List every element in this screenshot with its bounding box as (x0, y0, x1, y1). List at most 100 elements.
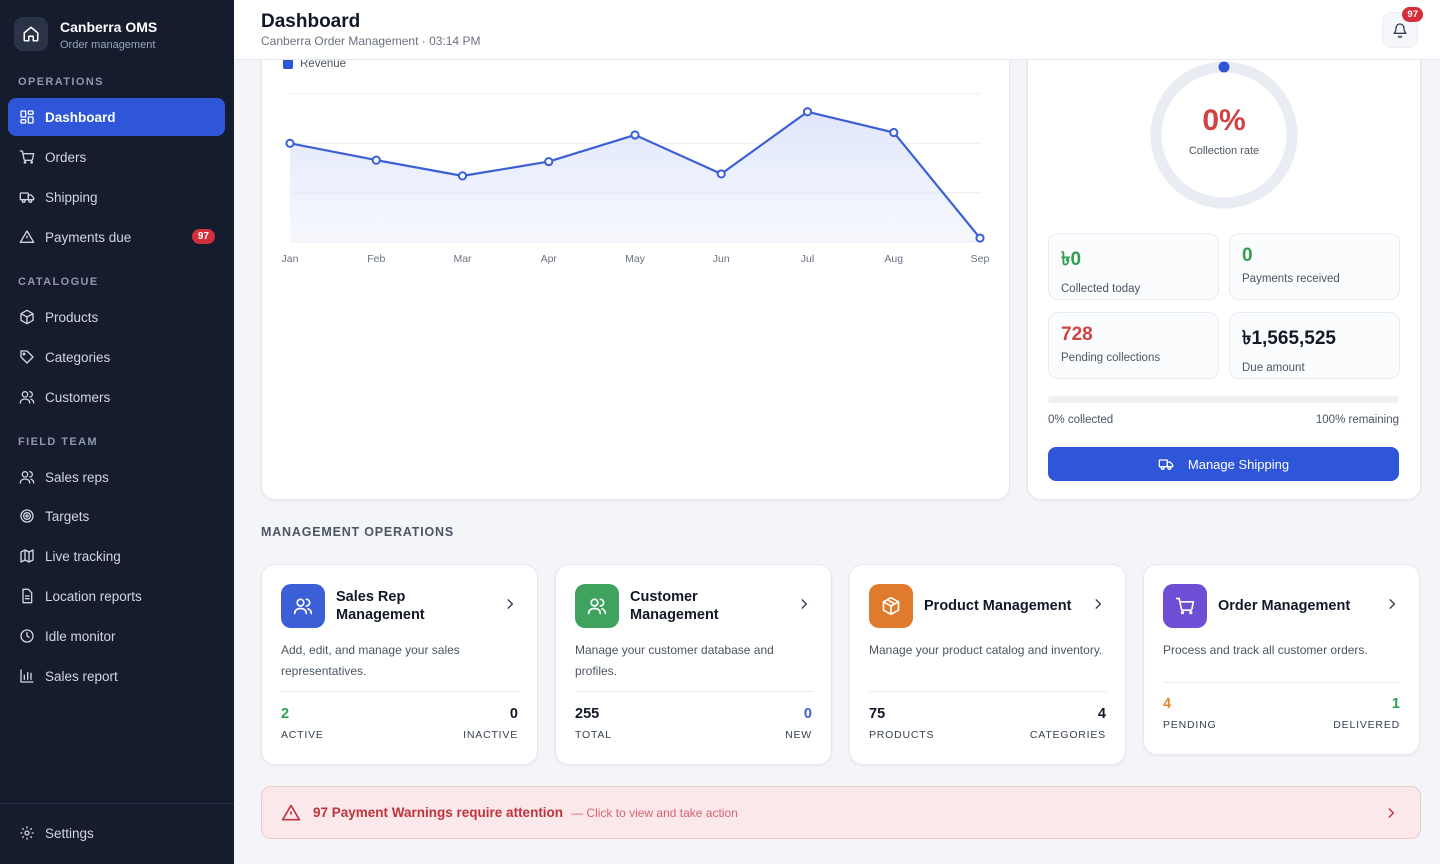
data-point-mar (457, 171, 468, 181)
brand-subtitle: Order management (60, 38, 156, 51)
stat-pending-collections: 728 Pending collections (1048, 312, 1219, 379)
sidebar-item-categories[interactable]: Categories (8, 338, 225, 376)
card-right-value: 0 (803, 706, 812, 722)
page-title: Dashboard (261, 11, 361, 32)
map-icon (18, 547, 36, 565)
data-point-jul (802, 107, 813, 117)
clock-icon (18, 627, 36, 645)
card-left-label: PENDING (1163, 719, 1217, 731)
remaining-text: 100% remaining (1315, 414, 1399, 426)
product-management-card[interactable]: Product Management Manage your product c… (849, 564, 1126, 765)
card-title-line: Management (630, 607, 719, 623)
stat-value: 728 (1061, 324, 1093, 345)
bell-icon (1392, 22, 1408, 38)
stat-due-amount: ৳1,565,525 Due amount (1229, 312, 1400, 379)
data-point-aug (889, 127, 899, 138)
stat-label: Payments received (1242, 273, 1340, 285)
brand[interactable]: Canberra OMS Order management (14, 17, 157, 51)
sidebar-item-products[interactable]: Products (8, 298, 225, 336)
sidebar-item-customers[interactable]: Customers (8, 378, 225, 416)
grid-icon (18, 108, 36, 126)
card-description: Manage your product catalog and inventor… (869, 643, 1103, 657)
sidebar-item-idle-monitor[interactable]: Idle monitor (8, 617, 225, 655)
card-title: Customer Management (630, 588, 719, 624)
chevron-right-icon (1384, 806, 1398, 820)
sidebar-item-label: Customers (45, 389, 111, 405)
card-right-value: 4 (1097, 706, 1106, 722)
legend-swatch-revenue (283, 59, 293, 69)
card-right-label: INACTIVE (463, 729, 518, 741)
sidebar-item-label: Shipping (45, 189, 98, 205)
card-description: Manage your customer database and profil… (575, 643, 774, 678)
sidebar-item-sales-reps[interactable]: Sales reps (8, 458, 225, 496)
sidebar-item-label: Targets (45, 508, 90, 524)
sales-rep-management-card[interactable]: Sales Rep Management Add, edit, and manag… (261, 564, 538, 765)
card-title-line: Sales Rep (336, 589, 406, 605)
sidebar-item-orders[interactable]: Orders (8, 138, 225, 176)
card-title: Product Management (924, 598, 1072, 614)
card-right-value: 1 (1391, 696, 1400, 712)
card-left-value: 75 (869, 706, 886, 722)
management-operations-title: MANAGEMENT OPERATIONS (261, 525, 454, 539)
sidebar-item-sales-report[interactable]: Sales report (8, 657, 225, 695)
section-label-operations: OPERATIONS (18, 76, 104, 88)
page-subtitle: Canberra Order Management · 03:14 PM (261, 34, 481, 48)
stat-label: Due amount (1242, 362, 1305, 374)
sidebar-item-payments-due[interactable]: Payments due 97 (8, 218, 225, 256)
stat-label: Collected today (1061, 283, 1141, 295)
order-management-card[interactable]: Order Management Process and track all c… (1143, 564, 1420, 755)
card-right-label: DELIVERED (1333, 719, 1400, 731)
alert-subtitle: — Click to view and take action (571, 805, 738, 820)
card-right-label: CATEGORIES (1029, 729, 1106, 741)
sidebar-item-targets[interactable]: Targets (8, 497, 225, 535)
x-tick-label: Apr (541, 253, 558, 265)
truck-icon (18, 188, 36, 206)
card-left-label: PRODUCTS (869, 729, 935, 741)
customer-management-card[interactable]: Customer Management Manage your customer … (555, 564, 832, 765)
x-tick-label: Jun (713, 253, 730, 265)
users-icon (18, 468, 36, 486)
x-tick-label: Jul (801, 253, 814, 265)
target-icon (18, 507, 36, 525)
collection-progress-bar (1048, 396, 1399, 403)
card-left-value: 4 (1163, 696, 1172, 712)
sidebar-item-label: Orders (45, 149, 87, 165)
payments-due-badge: 97 (191, 229, 215, 244)
manage-shipping-button[interactable]: Manage Shipping (1048, 447, 1399, 481)
sidebar-item-label: Live tracking (45, 548, 121, 564)
card-description: Process and track all customer orders. (1163, 643, 1368, 657)
sidebar-item-location-reports[interactable]: Location reports (8, 577, 225, 615)
chevron-right-icon (1091, 597, 1105, 616)
card-divider (575, 691, 813, 692)
x-tick-label: Sep (971, 253, 990, 265)
payment-warnings-alert[interactable]: 97 Payment Warnings require attention — … (261, 786, 1421, 839)
chevron-right-icon (797, 597, 811, 616)
notification-badge: 97 (1402, 7, 1423, 22)
alert-title: 97 Payment Warnings require attention (313, 805, 564, 820)
card-left-label: TOTAL (575, 729, 612, 741)
users-icon (575, 584, 619, 628)
tag-icon (18, 348, 36, 366)
section-label-catalogue: CATALOGUE (18, 276, 99, 288)
stat-value: 0 (1242, 245, 1253, 266)
notifications-button[interactable]: 97 (1382, 7, 1423, 48)
box-icon (869, 584, 913, 628)
sidebar-item-label: Categories (45, 349, 111, 365)
card-title-line: Customer (630, 589, 698, 605)
sidebar-item-label: Sales report (45, 668, 118, 684)
data-point-feb (371, 155, 381, 165)
box-icon (18, 308, 36, 326)
card-title: Order Management (1218, 598, 1351, 614)
card-title: Sales Rep Management (336, 588, 425, 624)
sidebar-item-settings[interactable]: Settings (8, 814, 225, 852)
sidebar-item-shipping[interactable]: Shipping (8, 178, 225, 216)
bar-chart-icon (18, 667, 36, 685)
card-left-value: 2 (281, 706, 290, 722)
card-description: Add, edit, and manage your sales represe… (281, 643, 460, 678)
warning-icon (281, 803, 301, 823)
truck-icon (1158, 456, 1174, 472)
home-icon (14, 17, 48, 51)
sidebar-item-live-tracking[interactable]: Live tracking (8, 537, 225, 575)
sidebar-item-dashboard[interactable]: Dashboard (8, 98, 225, 136)
data-point-sep (975, 233, 985, 243)
